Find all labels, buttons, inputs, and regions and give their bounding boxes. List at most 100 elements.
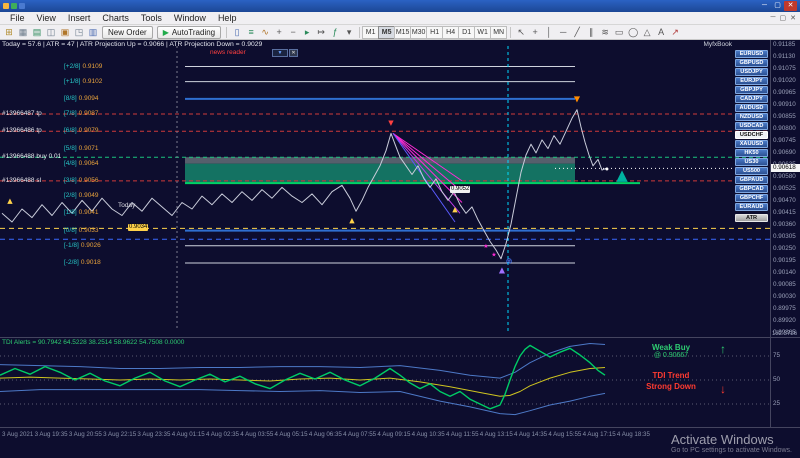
tdi-axis[interactable]: 755025 [770, 338, 800, 427]
timeframe-m15[interactable]: M15 [394, 26, 411, 39]
cursor-icon[interactable]: ↖ [514, 26, 528, 39]
chart-close-button[interactable]: ✕ [790, 14, 796, 22]
timeframe-h4[interactable]: H4 [442, 26, 459, 39]
symbol-button-cadjpy[interactable]: CADJPY [735, 95, 768, 103]
symbol-button-xauusd[interactable]: XAUUSD [735, 140, 768, 148]
symbol-button-eurjpy[interactable]: EURJPY [735, 77, 768, 85]
symbol-button-gbpusd[interactable]: GBPUSD [735, 59, 768, 67]
navigator-icon[interactable]: ▣ [58, 26, 72, 39]
terminal-icon[interactable]: ◳ [72, 26, 86, 39]
autotrading-button[interactable]: ▶AutoTrading [157, 26, 221, 39]
timeframe-mn[interactable]: MN [490, 26, 507, 39]
zoom-in-icon[interactable]: + [272, 26, 286, 39]
level-price: 0.9102 [82, 78, 102, 85]
channel-icon[interactable]: ∥ [584, 26, 598, 39]
symbol-button-euraud[interactable]: EURAUD [735, 203, 768, 211]
timeframe-m5[interactable]: M5 [378, 26, 395, 39]
level-tag: [4/8] [64, 160, 77, 167]
text-icon[interactable]: A [654, 26, 668, 39]
time-axis-label: 4 Aug 13:15 [480, 431, 513, 438]
toolbar: ⊞▦▤◫▣◳▥ New Order ▶AutoTrading ▯≡∿+−▸↦ƒ▾… [0, 25, 800, 40]
trendline-icon[interactable]: ╱ [570, 26, 584, 39]
window-close-button[interactable]: ✕ [784, 1, 797, 11]
timeframe-group: M1M5M15M30H1H4D1W1MN [363, 26, 507, 39]
star-marker: ★ [491, 252, 496, 259]
level-tag: [-1/8] [64, 242, 79, 249]
symbol-button-us500[interactable]: US500 [735, 167, 768, 175]
level-tag: [2/8] [64, 192, 77, 199]
window-minimize-button[interactable]: ─ [758, 1, 771, 11]
symbol-button-usdchf[interactable]: USDCHF [735, 131, 768, 139]
symbol-button-usdjpy[interactable]: USDJPY [735, 68, 768, 76]
menu-view[interactable]: View [31, 13, 62, 23]
timeframe-d1[interactable]: D1 [458, 26, 475, 39]
new-order-button[interactable]: New Order [102, 26, 153, 39]
vertical-line-icon[interactable]: │ [542, 26, 556, 39]
ellipse-icon[interactable]: ◯ [626, 26, 640, 39]
symbol-button-usdcad[interactable]: USDCAD [735, 122, 768, 130]
symbol-button-audusd[interactable]: AUDUSD [735, 104, 768, 112]
symbol-button-us30[interactable]: US30 [735, 158, 768, 166]
news-dropdown-icon[interactable]: ▼ [272, 49, 288, 57]
price-axis[interactable]: 0.911850.911300.910750.910200.909650.909… [770, 40, 800, 337]
fibonacci-icon[interactable]: ≋ [598, 26, 612, 39]
templates-icon[interactable]: ▾ [342, 26, 356, 39]
time-axis-label: 4 Aug 01:15 [172, 431, 205, 438]
symbol-button-eurusd[interactable]: EURUSD [735, 50, 768, 58]
quick-icon [11, 3, 17, 9]
timeframe-w1[interactable]: W1 [474, 26, 491, 39]
news-close-icon[interactable]: ✕ [289, 49, 298, 57]
market-watch-icon[interactable]: ▤ [30, 26, 44, 39]
strategy-tester-icon[interactable]: ▥ [86, 26, 100, 39]
timeframe-m30[interactable]: M30 [410, 26, 427, 39]
chart-restore-button[interactable]: ▢ [780, 14, 787, 22]
chart-shift-icon[interactable]: ↦ [314, 26, 328, 39]
symbol-button-gbpcad[interactable]: GBPCAD [735, 185, 768, 193]
price-axis-label: 0.90305 [773, 233, 800, 240]
symbol-button-nzdusd[interactable]: NZDUSD [735, 113, 768, 121]
tdi-plot[interactable]: TDI Alerts = 90.7942 64.5228 38.2514 58.… [0, 338, 770, 427]
signal-weak-buy: Weak Buy [638, 343, 704, 352]
zoom-out-icon[interactable]: − [286, 26, 300, 39]
profiles-icon[interactable]: ▦ [16, 26, 30, 39]
triangle-icon[interactable]: △ [640, 26, 654, 39]
menu-file[interactable]: File [4, 13, 31, 23]
toolbar-separator [226, 27, 227, 38]
time-axis-label: 4 Aug 07:55 [343, 431, 376, 438]
menu-insert[interactable]: Insert [62, 13, 97, 23]
new-chart-icon[interactable]: ⊞ [2, 26, 16, 39]
level-price: 0.9087 [79, 110, 99, 117]
window-maximize-button[interactable]: ▢ [771, 1, 784, 11]
data-window-icon[interactable]: ◫ [44, 26, 58, 39]
level-price: 0.9033 [79, 227, 99, 234]
timeframe-h1[interactable]: H1 [426, 26, 443, 39]
chart-minimize-button[interactable]: ─ [771, 14, 776, 22]
crosshair-icon[interactable]: + [528, 26, 542, 39]
chart-plot[interactable]: ▲▲▲▼▼▲⊕★★●▲ Today = 57.6 | ATR = 47 | AT… [0, 40, 770, 337]
time-axis[interactable]: 3 Aug 20213 Aug 19:353 Aug 20:553 Aug 22… [0, 427, 800, 458]
bar-chart-icon[interactable]: ≡ [244, 26, 258, 39]
menu-help[interactable]: Help [212, 13, 243, 23]
symbol-button-gbpaud[interactable]: GBPAUD [735, 176, 768, 184]
rectangle-icon[interactable]: ▭ [612, 26, 626, 39]
sell-arrow-icon: ↓ [720, 382, 726, 396]
atr-button[interactable]: ATR [735, 214, 768, 222]
symbol-button-gbpjpy[interactable]: GBPJPY [735, 86, 768, 94]
buy-signal-arrow: ▲ [7, 197, 13, 205]
menu-tools[interactable]: Tools [135, 13, 168, 23]
app-icon [3, 3, 9, 9]
symbol-button-hk50[interactable]: HK50 [735, 149, 768, 157]
indicators-icon[interactable]: ƒ [328, 26, 342, 39]
menu-charts[interactable]: Charts [96, 13, 135, 23]
autotrading-play-icon: ▶ [163, 28, 169, 37]
menu-window[interactable]: Window [168, 13, 212, 23]
line-chart-icon[interactable]: ∿ [258, 26, 272, 39]
candlestick-chart-icon[interactable]: ▯ [230, 26, 244, 39]
horizontal-line-icon[interactable]: ─ [556, 26, 570, 39]
timeframe-m1[interactable]: M1 [362, 26, 379, 39]
price-axis-label: 0.90855 [773, 113, 800, 120]
auto-scroll-icon[interactable]: ▸ [300, 26, 314, 39]
time-axis-label: 3 Aug 20:55 [69, 431, 102, 438]
arrow-tool-icon[interactable]: ↗ [668, 26, 682, 39]
symbol-button-gbpchf[interactable]: GBPCHF [735, 194, 768, 202]
